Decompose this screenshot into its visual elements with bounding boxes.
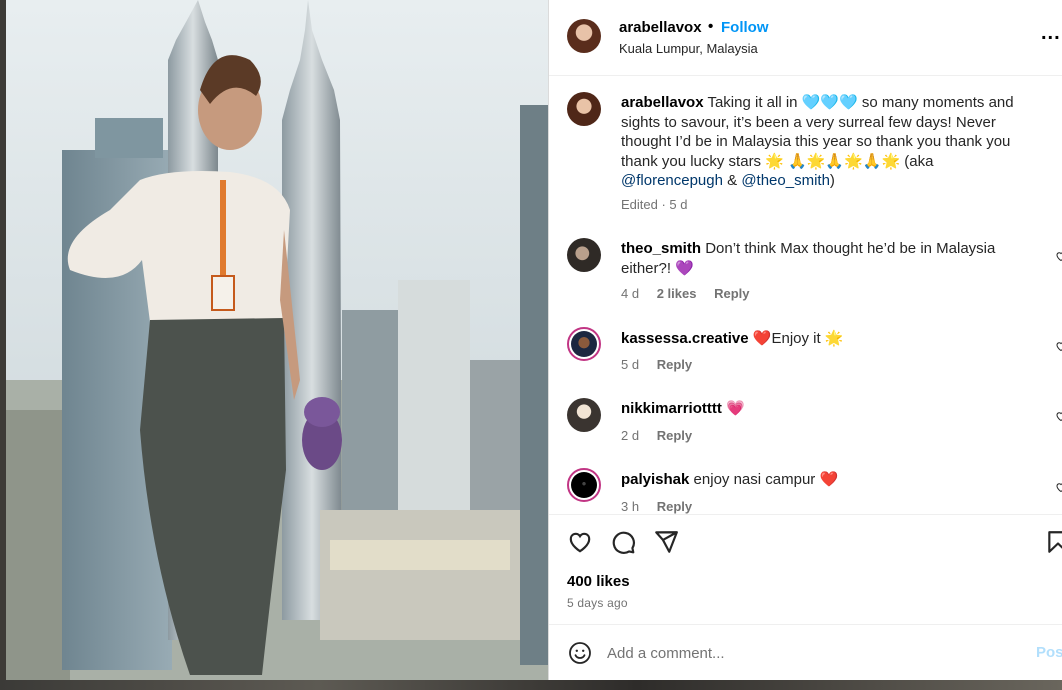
heart-icon[interactable] [567,529,593,555]
caption-username[interactable]: arabellavox [621,94,704,111]
commenter-avatar[interactable] [567,468,601,502]
comment-meta: 2 d Reply [621,428,706,443]
comments-list[interactable]: arabellavox Taking it all in 🩵🩵🩵 so many… [549,76,1062,514]
caption-body-2: & [722,172,742,189]
comment-time[interactable]: 5 d [621,357,639,372]
comment-body: enjoy nasi campur ❤️ [693,471,839,488]
comment-text: kassessa.creative ❤️Enjoy it 🌟 [621,329,1031,349]
post-header: arabellavox • Follow Kuala Lumpur, Malay… [549,0,1062,76]
post-photo[interactable] [0,0,548,680]
header-separator: • [708,18,714,35]
comment-meta: 5 d Reply [621,357,706,372]
reply-button[interactable]: Reply [657,499,692,514]
commenter-avatar[interactable] [567,238,601,272]
comment-text: nikkimarriotttt 💗 [621,399,1031,419]
reply-button[interactable]: Reply [657,428,692,443]
like-comment-heart-icon[interactable] [1055,481,1062,493]
more-options-icon[interactable]: ... [1041,22,1061,45]
author-avatar[interactable] [567,19,601,53]
caption-text: arabellavox Taking it all in 🩵🩵🩵 so many… [621,93,1031,191]
kuala-lumpur-skyline-photo [0,0,548,680]
author-username[interactable]: arabellavox [619,19,702,36]
post-side-panel: arabellavox • Follow Kuala Lumpur, Malay… [548,0,1062,680]
post-date[interactable]: 5 days ago [567,596,628,610]
caption-author-avatar[interactable] [567,92,601,126]
comment-text: palyishak enjoy nasi campur ❤️ [621,470,1031,490]
comment-time[interactable]: 3 h [621,499,639,514]
post-comment-button[interactable]: Post [1036,644,1062,661]
add-comment-input[interactable] [607,639,1027,667]
bookmark-icon[interactable] [1045,529,1062,555]
like-comment-heart-icon[interactable] [1055,340,1062,352]
comment-icon[interactable] [610,529,636,555]
comment-time[interactable]: 4 d [621,286,639,301]
reply-button[interactable]: Reply [657,357,692,372]
comment-meta: 4 d 2 likes Reply [621,286,764,301]
caption-meta: Edited · 5 d [621,197,688,212]
post-location[interactable]: Kuala Lumpur, Malaysia [619,41,758,56]
commenter-avatar[interactable] [567,327,601,361]
mention-florencepugh[interactable]: @florencepugh [621,172,723,189]
mention-theo-smith[interactable]: @theo_smith [741,172,830,189]
follow-button[interactable]: Follow [721,19,769,36]
comment-username[interactable]: theo_smith [621,240,701,257]
post-actions: 400 likes 5 days ago [549,514,1062,624]
comment-username[interactable]: palyishak [621,471,689,488]
comment-text: theo_smith Don’t think Max thought he’d … [621,239,1031,278]
window-bottom-strip [0,680,1062,690]
share-icon[interactable] [653,529,679,555]
comment-likes[interactable]: 2 likes [657,286,697,301]
reply-button[interactable]: Reply [714,286,749,301]
like-comment-heart-icon[interactable] [1055,410,1062,422]
comment-time[interactable]: 2 d [621,428,639,443]
comment-meta: 3 h Reply [621,499,706,514]
comment-body: 💗 [726,400,745,417]
comment-username[interactable]: nikkimarriotttt [621,400,722,417]
like-comment-heart-icon[interactable] [1055,250,1062,262]
add-comment-bar: Post [549,624,1062,680]
comment-username[interactable]: kassessa.creative [621,330,749,347]
emoji-icon[interactable] [568,641,592,665]
likes-count[interactable]: 400 likes [567,573,630,590]
commenter-avatar[interactable] [567,398,601,432]
caption-body-3: ) [829,172,835,189]
comment-body: ❤️Enjoy it 🌟 [752,330,844,347]
